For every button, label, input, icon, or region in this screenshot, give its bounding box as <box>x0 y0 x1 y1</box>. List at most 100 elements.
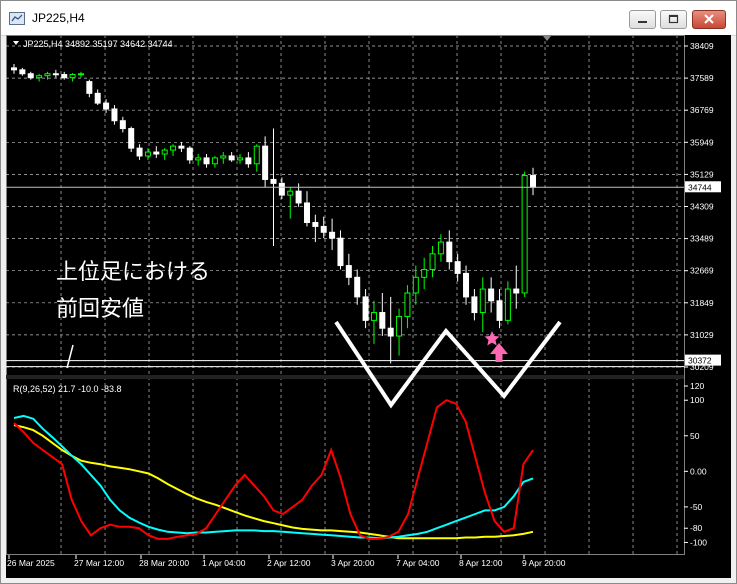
chart-canvas[interactable]: 38409 37589 36769 35949 35129 34309 33489 32669… <box>6 35 731 578</box>
indicator-tick-label: 120 <box>690 381 704 391</box>
candle-body <box>237 157 244 161</box>
candle-body <box>287 190 294 196</box>
price-tick-label: 31029 <box>690 330 714 340</box>
indicator-tick-label: -80 <box>690 523 703 533</box>
candle-body <box>262 145 269 180</box>
candle-body <box>370 312 377 321</box>
candle-body <box>412 276 419 294</box>
candle-body <box>27 73 34 79</box>
maximize-icon <box>668 14 679 24</box>
close-button[interactable] <box>692 10 726 29</box>
candle-body <box>36 75 43 79</box>
candle-body <box>320 225 327 233</box>
close-icon <box>704 14 714 24</box>
candle-body <box>454 261 461 274</box>
candle-body <box>504 288 511 321</box>
candle-body <box>429 253 436 270</box>
candle-body <box>421 268 428 278</box>
minimize-icon <box>638 21 647 23</box>
candle-body <box>69 74 76 79</box>
time-tick-label: 8 Apr 12:00 <box>459 558 503 568</box>
candle-body <box>530 175 536 188</box>
candle-body <box>295 190 302 204</box>
candle-body <box>437 241 444 255</box>
candle-body <box>111 108 118 122</box>
annotation-line-1: 上位足における <box>56 259 210 284</box>
candle-body <box>136 147 143 157</box>
candle-body <box>186 147 193 161</box>
line-price-label: 30372 <box>688 356 712 366</box>
candle-body <box>303 202 310 224</box>
plot-area[interactable]: 38409 37589 36769 35949 35129 34309 33489 32669… <box>6 35 731 578</box>
candle-body <box>362 296 369 321</box>
candle-body <box>488 288 495 302</box>
price-tick-label: 35129 <box>690 169 714 179</box>
candle-body <box>161 149 168 155</box>
candle-body <box>479 288 486 314</box>
candle-body <box>153 151 160 155</box>
symbol-info: JP225,H4 34892 35197 34642 34744 <box>23 39 173 49</box>
indicator-tick-label: 50 <box>690 431 700 441</box>
price-tick-label: 32669 <box>690 266 714 276</box>
candle-body <box>270 178 277 184</box>
candle-body <box>195 157 202 161</box>
indicator-info: R(9,26,52) 21.7 -10.0 -83.8 <box>13 384 122 394</box>
candle-body <box>396 315 403 337</box>
candle-body <box>278 182 285 196</box>
minimize-button[interactable] <box>629 10 656 29</box>
annotation-line-2: 前回安値 <box>56 296 144 321</box>
candle-body <box>496 300 503 321</box>
candle-body <box>86 81 93 94</box>
candle-body <box>312 222 319 227</box>
candle-body <box>203 157 210 165</box>
candle-body <box>329 231 336 239</box>
indicator-tick-label: 0.00 <box>690 466 707 476</box>
candle-body <box>337 237 344 267</box>
candle-body <box>404 292 411 317</box>
time-tick-label: 2 Apr 12:00 <box>267 558 311 568</box>
candle-body <box>521 175 528 294</box>
candle-body <box>11 67 17 71</box>
price-tick-label: 31849 <box>690 298 714 308</box>
candle-body <box>345 265 352 278</box>
candle-body <box>170 145 177 151</box>
time-tick-label: 27 Mar 12:00 <box>74 558 124 568</box>
chart-window: JP225,H4 38409 37589 36769 35949 35129 34309 3… <box>0 0 737 584</box>
time-tick-label: 28 Mar 20:00 <box>139 558 189 568</box>
candle-body <box>19 69 26 75</box>
candle-body <box>253 145 260 165</box>
candle-body <box>44 73 51 77</box>
candle-body <box>94 92 101 104</box>
candle-body <box>211 157 218 165</box>
candle-body <box>77 73 84 76</box>
time-tick-label: 3 Apr 20:00 <box>331 558 375 568</box>
candle-body <box>446 241 453 263</box>
time-tick-label: 1 Apr 04:00 <box>202 558 246 568</box>
candle-body <box>354 276 361 298</box>
indicator-tick-label: -50 <box>690 502 703 512</box>
maximize-button[interactable] <box>660 10 687 29</box>
price-tick-label: 36769 <box>690 105 714 115</box>
candle-body <box>61 74 68 79</box>
candle-body <box>178 145 185 149</box>
price-tick-label: 33489 <box>690 234 714 244</box>
title-bar[interactable]: JP225,H4 <box>1 1 736 36</box>
price-tick-label: 34309 <box>690 202 714 212</box>
candle-body <box>128 128 135 149</box>
time-tick-label: 7 Apr 04:00 <box>396 558 440 568</box>
candle-body <box>379 312 386 329</box>
price-tick-label: 38409 <box>690 41 714 51</box>
candle-body <box>245 157 252 165</box>
panel-separator <box>6 375 684 379</box>
time-tick-label: 26 Mar 2025 <box>7 558 55 568</box>
candle-body <box>220 155 227 159</box>
indicator-tick-label: -100 <box>690 537 707 547</box>
candle-body <box>119 120 126 130</box>
candle-body <box>463 272 470 298</box>
candle-body <box>513 288 520 294</box>
candle-body <box>52 73 59 76</box>
price-tick-label: 35949 <box>690 137 714 147</box>
current-price-label: 34744 <box>688 182 712 192</box>
chart-window-icon <box>9 12 25 25</box>
candle-body <box>471 296 478 314</box>
